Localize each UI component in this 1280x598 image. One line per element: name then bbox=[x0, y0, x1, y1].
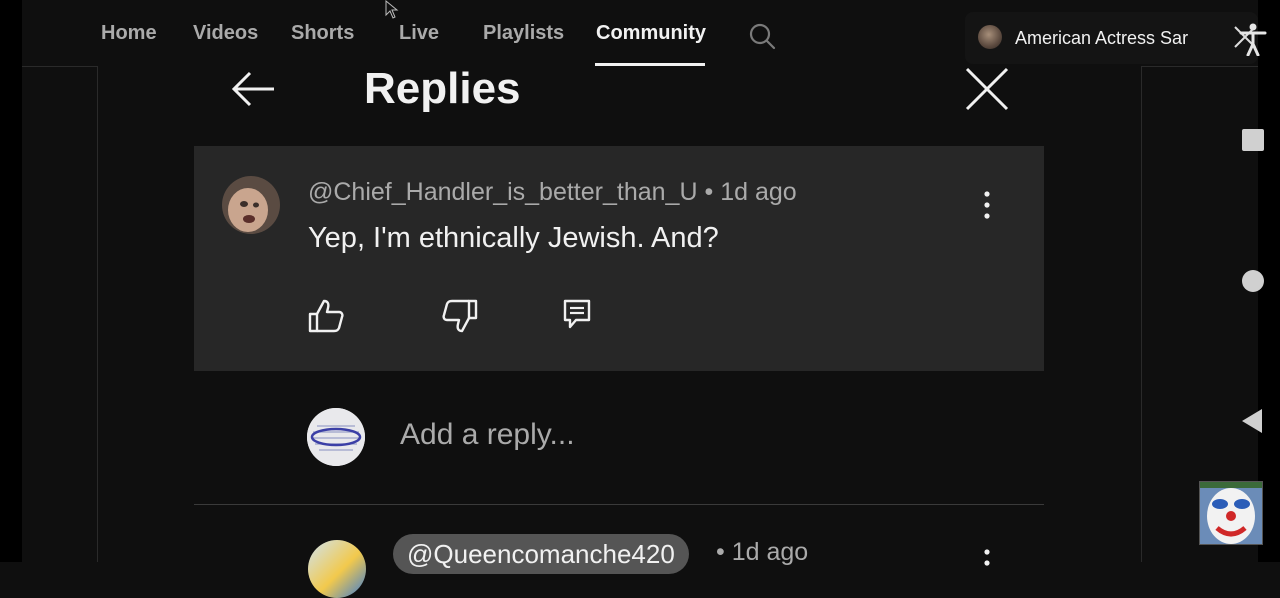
comment-meta: @Chief_Handler_is_better_than_U • 1d ago bbox=[308, 178, 797, 207]
home-circle-icon[interactable] bbox=[1241, 269, 1265, 293]
comment-text: Yep, I'm ethnically Jewish. And? bbox=[308, 222, 719, 254]
more-options-icon[interactable] bbox=[980, 188, 994, 222]
close-icon[interactable] bbox=[964, 66, 1010, 112]
arrow-left-icon[interactable] bbox=[230, 70, 276, 108]
back-triangle-icon[interactable] bbox=[1240, 408, 1264, 434]
ad-title[interactable]: American Actress Sar bbox=[1015, 28, 1198, 49]
comment-author[interactable]: @Chief_Handler_is_better_than_U bbox=[308, 178, 698, 206]
avatar bbox=[307, 408, 365, 466]
ad-thumbnail bbox=[978, 25, 1002, 49]
tab-videos[interactable]: Videos bbox=[193, 22, 258, 45]
avatar[interactable] bbox=[308, 540, 366, 598]
tab-shorts[interactable]: Shorts bbox=[291, 22, 354, 45]
comment-meta: • 1d ago bbox=[716, 538, 808, 567]
left-frame bbox=[0, 0, 22, 562]
avatar[interactable] bbox=[222, 176, 280, 234]
comment-time: 1d ago bbox=[720, 178, 797, 206]
recents-square-icon[interactable] bbox=[1241, 128, 1265, 152]
panel-title: Replies bbox=[364, 64, 521, 113]
reply-icon[interactable] bbox=[562, 298, 592, 330]
tab-home[interactable]: Home bbox=[101, 22, 157, 45]
tab-playlists[interactable]: Playlists bbox=[483, 22, 564, 45]
tab-community[interactable]: Community bbox=[596, 22, 706, 45]
mouse-cursor-icon bbox=[385, 0, 399, 19]
thumbs-up-icon[interactable] bbox=[306, 298, 346, 334]
search-icon[interactable] bbox=[748, 22, 776, 50]
more-options-icon[interactable] bbox=[980, 546, 994, 566]
pip-video-thumbnail[interactable] bbox=[1199, 481, 1263, 545]
accessibility-icon[interactable] bbox=[1237, 22, 1267, 56]
meta-separator: • bbox=[704, 178, 714, 206]
author-chip[interactable]: @Queencomanche420 bbox=[393, 534, 689, 574]
reply-input[interactable] bbox=[400, 418, 1000, 452]
tab-live[interactable]: Live bbox=[399, 22, 439, 45]
thumbs-down-icon[interactable] bbox=[440, 298, 480, 334]
divider bbox=[194, 504, 1044, 505]
